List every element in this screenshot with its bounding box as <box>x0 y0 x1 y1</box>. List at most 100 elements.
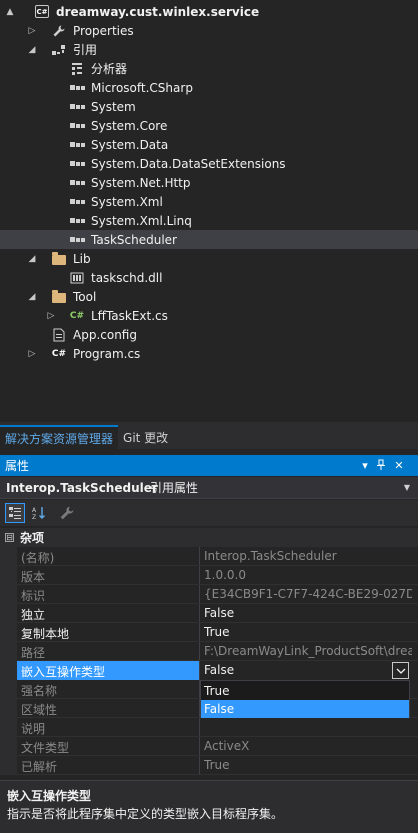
collapse-arrow-icon[interactable]: ◢ <box>26 249 38 268</box>
property-value: True <box>204 758 230 772</box>
row-gutter <box>0 737 17 756</box>
property-value[interactable]: True <box>204 625 412 639</box>
tree-item-analyzers[interactable]: 分析器 <box>0 59 418 78</box>
property-name: 说明 <box>21 722 46 736</box>
chevron-down-icon <box>396 668 405 674</box>
property-row[interactable]: 路径 F:\DreamWayLink_ProductSoft\drea <box>0 642 418 661</box>
expand-arrow-icon[interactable]: ▷ <box>26 21 38 40</box>
row-gutter <box>0 699 17 718</box>
property-row[interactable]: 独立 False <box>0 604 418 623</box>
column-separator <box>199 642 200 661</box>
property-value: Interop.TaskScheduler <box>204 549 337 563</box>
tree-item-reference[interactable]: System.Xml.Linq <box>0 211 418 230</box>
collapse-icon[interactable]: ⊟ <box>5 533 14 542</box>
close-icon[interactable]: ✕ <box>391 457 407 473</box>
category-header[interactable]: ⊟ 杂项 <box>0 528 418 547</box>
tree-item-label: Properties <box>73 23 134 38</box>
reference-icon <box>69 232 85 248</box>
tree-item-reference[interactable]: Microsoft.CSharp <box>0 78 418 97</box>
tree-item-label: TaskScheduler <box>91 232 177 247</box>
svg-text:A: A <box>32 507 37 514</box>
tab-solution-explorer[interactable]: 解决方案资源管理器 <box>0 425 119 449</box>
column-separator <box>199 718 200 737</box>
tree-item-reference[interactable]: System.Data <box>0 135 418 154</box>
tree-item-reference[interactable]: System <box>0 97 418 116</box>
property-row[interactable]: (名称) Interop.TaskScheduler <box>0 547 418 566</box>
chevron-down-icon[interactable]: ▼ <box>404 483 410 492</box>
property-row[interactable]: 文件类型 ActiveX <box>0 737 418 756</box>
tree-item-label: System <box>91 99 136 114</box>
property-row[interactable]: 复制本地 True <box>0 623 418 642</box>
tab-git-changes[interactable]: Git 更改 <box>118 425 173 449</box>
column-separator <box>199 623 200 642</box>
property-value: F:\DreamWayLink_ProductSoft\drea <box>204 644 412 658</box>
property-row[interactable]: 说明 <box>0 718 418 737</box>
reference-icon <box>69 213 85 229</box>
sort-alphabetical-icon[interactable]: AZ <box>29 503 49 523</box>
dropdown-option-false[interactable]: False <box>201 700 409 718</box>
property-row-selected[interactable]: 嵌入互操作类型 False <box>0 661 418 680</box>
property-name: 标识 <box>21 589 46 603</box>
reference-icon <box>69 194 85 210</box>
row-gutter <box>0 756 17 775</box>
expand-arrow-icon[interactable]: ▷ <box>45 306 57 325</box>
description-title: 嵌入互操作类型 <box>7 789 92 803</box>
object-name: Interop.TaskScheduler <box>6 480 158 495</box>
tree-item-references[interactable]: ◢ 引用 <box>0 40 418 59</box>
tree-item-label: taskschd.dll <box>91 270 163 285</box>
property-name: 区域性 <box>21 703 58 717</box>
column-separator <box>199 661 200 680</box>
dropdown-button[interactable] <box>392 662 409 679</box>
collapse-arrow-icon[interactable]: ◢ <box>26 287 38 306</box>
tree-item-reference-selected[interactable]: TaskScheduler <box>0 230 418 249</box>
collapse-arrow-icon[interactable]: ◢ <box>26 40 38 59</box>
tree-item-cs-file[interactable]: ▷ C# Program.cs <box>0 344 418 363</box>
solution-explorer-tree[interactable]: ▲ C# dreamway.cust.winlex.service ▷ Prop… <box>0 0 418 422</box>
pin-icon[interactable] <box>373 457 389 473</box>
tree-item-properties[interactable]: ▷ Properties <box>0 21 418 40</box>
property-row[interactable]: 已解析 True <box>0 756 418 775</box>
property-row[interactable]: 版本 1.0.0.0 <box>0 566 418 585</box>
tree-item-dll[interactable]: taskschd.dll <box>0 268 418 287</box>
tree-item-reference[interactable]: System.Xml <box>0 192 418 211</box>
property-name: 版本 <box>21 570 46 584</box>
property-name: 复制本地 <box>21 627 70 641</box>
property-name: 嵌入互操作类型 <box>21 665 106 679</box>
property-name: 文件类型 <box>21 741 70 755</box>
dropdown-option-true[interactable]: True <box>201 682 409 700</box>
property-name: 独立 <box>21 608 46 622</box>
tree-item-cs-file[interactable]: ▷ C# LffTaskExt.cs <box>0 306 418 325</box>
tree-item-project[interactable]: ▲ C# dreamway.cust.winlex.service <box>0 2 418 21</box>
tree-item-label: LffTaskExt.cs <box>91 308 168 323</box>
csharp-file-icon: C# <box>51 348 67 359</box>
reference-icon <box>69 99 85 115</box>
property-value[interactable]: False <box>204 663 412 677</box>
tree-item-folder-tool[interactable]: ◢ Tool <box>0 287 418 306</box>
window-menu-icon[interactable]: ▾ <box>357 457 373 473</box>
column-separator <box>199 604 200 623</box>
categorized-view-button[interactable] <box>5 503 25 523</box>
expand-arrow-icon[interactable]: ▷ <box>26 344 38 363</box>
object-selector[interactable]: Interop.TaskScheduler 引用属性 ▼ <box>0 477 418 499</box>
folder-icon <box>51 289 67 305</box>
tree-item-reference[interactable]: System.Data.DataSetExtensions <box>0 154 418 173</box>
property-row[interactable]: 标识 {E34CB9F1-C7F7-424C-BE29-027DC <box>0 585 418 604</box>
description-text: 指示是否将此程序集中定义的类型嵌入目标程序集。 <box>7 807 284 821</box>
tree-item-config[interactable]: App.config <box>0 325 418 344</box>
dropdown-list[interactable]: True False <box>200 680 410 718</box>
wrench-icon[interactable] <box>57 503 77 523</box>
property-value[interactable]: False <box>204 606 412 620</box>
tree-item-reference[interactable]: System.Net.Http <box>0 173 418 192</box>
tree-item-label: System.Data.DataSetExtensions <box>91 156 286 171</box>
properties-toolbar: AZ <box>0 500 418 526</box>
tree-item-reference[interactable]: System.Core <box>0 116 418 135</box>
tree-item-label: Tool <box>73 289 97 304</box>
csharp-file-icon: C# <box>69 310 85 321</box>
collapse-arrow-icon[interactable]: ▲ <box>4 2 16 21</box>
row-gutter <box>0 642 17 661</box>
row-gutter <box>0 623 17 642</box>
tree-item-folder-lib[interactable]: ◢ Lib <box>0 249 418 268</box>
property-grid: ⊟ 杂项 (名称) Interop.TaskScheduler 版本 1.0.0… <box>0 528 418 776</box>
property-value: ActiveX <box>204 739 250 753</box>
property-value: {E34CB9F1-C7F7-424C-BE29-027DC <box>204 587 412 601</box>
